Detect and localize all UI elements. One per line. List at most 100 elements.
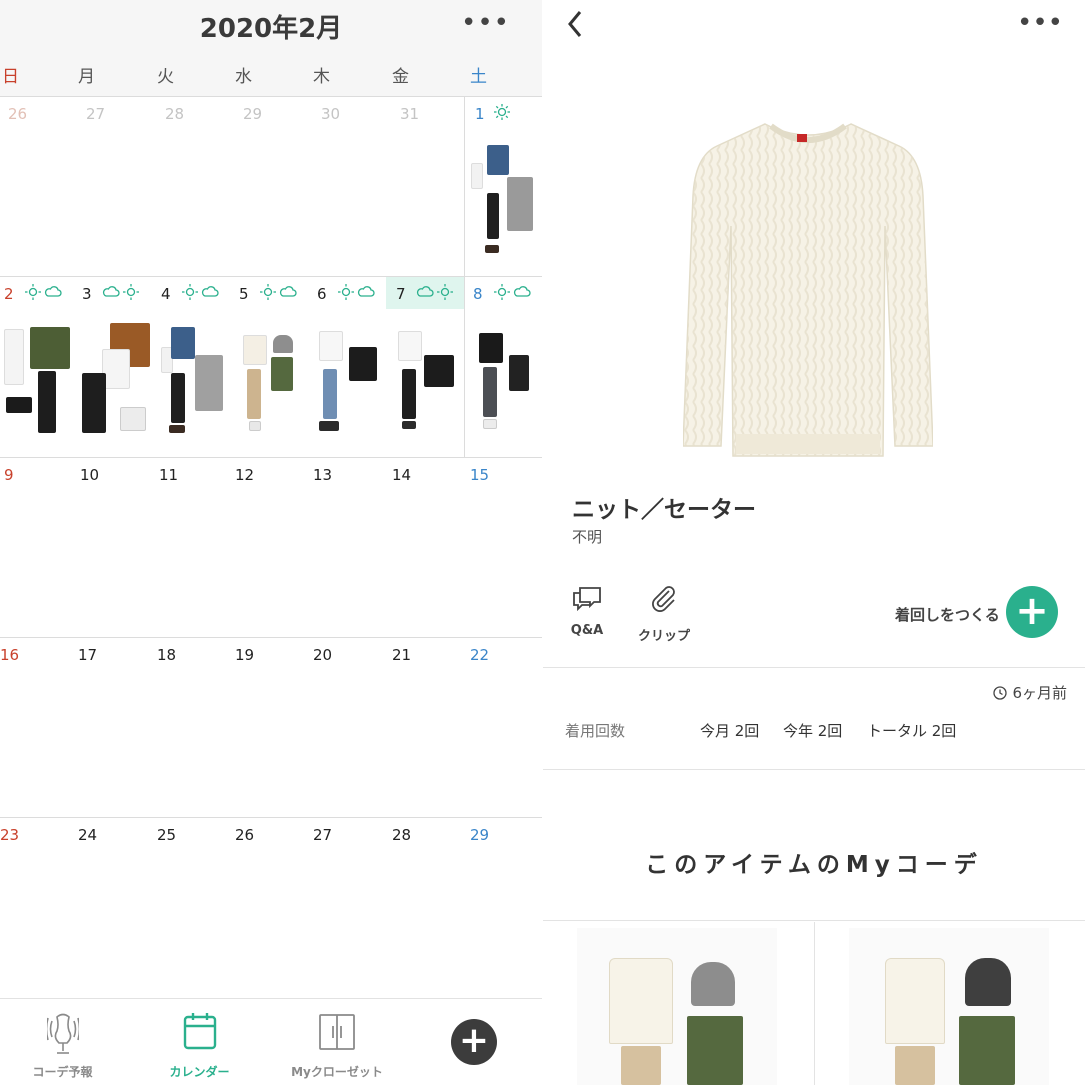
day-number: 1: [475, 105, 485, 123]
weather-icons: [416, 283, 454, 301]
add-button[interactable]: +: [451, 1019, 497, 1065]
outfit-thumbnail[interactable]: [2, 321, 76, 445]
calendar-pane: 2020年2月 ••• 日 月 火 水 木 金 土 26 27 28 29 30…: [0, 0, 542, 1085]
calendar-week-5: 23 24 25 26 27 28 29: [0, 817, 542, 998]
calendar-day[interactable]: 28: [157, 97, 235, 276]
calendar-day[interactable]: 19: [235, 638, 313, 817]
calendar-day[interactable]: 10: [78, 458, 156, 637]
day-number: 16: [0, 646, 20, 664]
coord-card[interactable]: [543, 922, 814, 1085]
calendar-week-4: 16 17 18 19 20 21 22: [0, 637, 542, 817]
day-number: 29: [243, 105, 263, 123]
calendar-day[interactable]: 18: [157, 638, 235, 817]
cloud-icon: [201, 283, 219, 301]
item-photo: [682, 108, 934, 458]
calendar-day[interactable]: 22: [470, 638, 542, 817]
outfit-thumbnail[interactable]: [159, 321, 233, 445]
calendar-day[interactable]: 21: [392, 638, 470, 817]
item-name: ニット／セーター: [572, 497, 756, 523]
day-number: 21: [392, 646, 412, 664]
calendar-day[interactable]: 28: [392, 818, 470, 998]
wear-again-label[interactable]: 着回しをつくる: [895, 604, 1000, 625]
calendar-day[interactable]: 3: [78, 277, 156, 457]
calendar-icon: [182, 1011, 218, 1055]
day-number: 28: [165, 105, 185, 123]
divider: [543, 667, 1085, 668]
outfit-thumbnail[interactable]: [237, 321, 311, 445]
nav-item-closet[interactable]: Myクローゼット: [282, 999, 392, 1085]
day-number: 3: [82, 285, 92, 303]
day-number: 26: [235, 826, 255, 844]
calendar-day[interactable]: 23: [0, 818, 78, 998]
calendar-day[interactable]: 6: [313, 277, 391, 457]
day-number: 20: [313, 646, 333, 664]
sun-icon: [493, 283, 511, 301]
outfit-thumbnail[interactable]: [467, 141, 541, 265]
outfit-thumbnail[interactable]: [80, 321, 154, 445]
more-options-icon[interactable]: •••: [461, 8, 510, 38]
sun-icon: [122, 283, 140, 301]
calendar-day[interactable]: 16: [0, 638, 78, 817]
coord-card[interactable]: [815, 922, 1085, 1085]
calendar-day[interactable]: 1: [464, 97, 542, 276]
calendar-day[interactable]: 26: [0, 97, 78, 276]
closet-icon: [318, 1013, 356, 1055]
day-number: 30: [321, 105, 341, 123]
calendar-day[interactable]: 13: [313, 458, 391, 637]
sun-icon: [181, 283, 199, 301]
calendar-day[interactable]: 8: [464, 277, 542, 457]
calendar-day[interactable]: 27: [313, 818, 391, 998]
calendar-day[interactable]: 27: [78, 97, 156, 276]
mannequin-icon: [45, 1009, 81, 1059]
calendar-day[interactable]: 11: [157, 458, 235, 637]
wear-count-total: トータル 2回: [867, 722, 957, 740]
calendar-day[interactable]: 25: [157, 818, 235, 998]
calendar-day[interactable]: 5: [235, 277, 313, 457]
calendar-day[interactable]: 20: [313, 638, 391, 817]
calendar-day[interactable]: 24: [78, 818, 156, 998]
paperclip-icon: [649, 586, 679, 619]
outfit-thumbnail[interactable]: [315, 321, 389, 445]
calendar-day[interactable]: 29: [235, 97, 313, 276]
weekday-sun: 日: [2, 67, 19, 87]
day-number: 17: [78, 646, 98, 664]
more-options-icon[interactable]: •••: [1017, 8, 1063, 38]
weekday-row: 日 月 火 水 木 金 土: [0, 62, 542, 88]
calendar-day[interactable]: 26: [235, 818, 313, 998]
calendar-week-2: 2 3 4 5 6 7 8: [0, 276, 542, 457]
clip-button[interactable]: クリップ: [637, 585, 691, 644]
calendar-day-today[interactable]: 7: [386, 277, 464, 457]
back-button[interactable]: [565, 8, 585, 48]
day-number: 18: [157, 646, 177, 664]
calendar-day[interactable]: 9: [0, 458, 78, 637]
qa-button[interactable]: Q&A: [567, 585, 607, 638]
wear-again-plus-button[interactable]: +: [1006, 586, 1058, 638]
nav-label: Myクローゼット: [291, 1065, 383, 1079]
calendar-day[interactable]: 29: [470, 818, 542, 998]
calendar-day[interactable]: 17: [78, 638, 156, 817]
calendar-day[interactable]: 4: [157, 277, 235, 457]
outfit-thumbnail[interactable]: [388, 321, 462, 445]
nav-item-calendar[interactable]: カレンダー: [152, 999, 247, 1085]
calendar-day[interactable]: 2: [0, 277, 78, 457]
weather-icons: [181, 283, 219, 301]
calendar-week-3: 9 10 11 12 13 14 15: [0, 457, 542, 637]
calendar-day[interactable]: 30: [313, 97, 391, 276]
calendar-day[interactable]: 31: [392, 97, 470, 276]
calendar-day[interactable]: 15: [470, 458, 542, 637]
nav-label: コーデ予報: [32, 1065, 93, 1079]
calendar-day[interactable]: 14: [392, 458, 470, 637]
weekday-thu: 木: [313, 67, 330, 87]
item-detail-pane: ••• ニット／セーター 不明 Q&A クリップ 着回しをつくる + 6ヶ月前 …: [543, 0, 1085, 1085]
sun-icon: [337, 283, 355, 301]
divider: [543, 920, 1085, 921]
day-number: 5: [239, 285, 249, 303]
nav-item-forecast[interactable]: コーデ予報: [15, 999, 110, 1085]
qa-label: Q&A: [570, 623, 604, 638]
last-worn: 6ヶ月前: [993, 682, 1067, 703]
outfit-thumbnail[interactable]: [467, 321, 541, 445]
day-number: 31: [400, 105, 420, 123]
cloud-icon: [513, 283, 531, 301]
cloud-icon: [44, 283, 62, 301]
calendar-day[interactable]: 12: [235, 458, 313, 637]
